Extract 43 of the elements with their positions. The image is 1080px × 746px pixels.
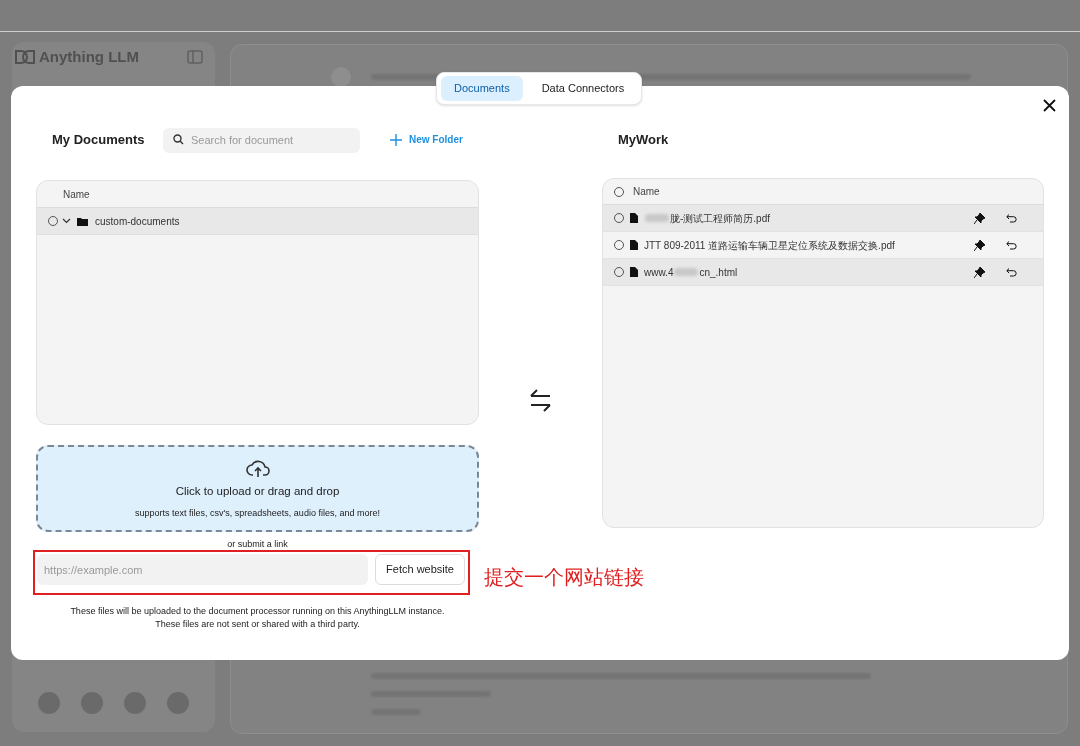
undo-icon[interactable]: [1006, 240, 1017, 250]
avatar-icon: [331, 67, 351, 87]
file-name: 胧-测试工程师简历.pdf: [670, 211, 770, 226]
fetch-website-button[interactable]: Fetch website: [375, 554, 465, 585]
column-header: Name: [633, 185, 660, 199]
notice-text: These files will be uploaded to the document processor running on this AnythingLLM instance.: [70, 606, 445, 617]
swap-arrows-icon[interactable]: [528, 388, 553, 413]
notice-text: These files are not sent or shared with a third party.: [155, 619, 360, 630]
undo-icon[interactable]: [1006, 213, 1017, 223]
logo-icon: [15, 50, 35, 65]
folder-name: custom-documents: [95, 214, 180, 229]
file-name: www.4: [644, 265, 674, 280]
sidebar-toggle-icon[interactable]: [187, 50, 203, 65]
workspace-title: MyWork: [618, 130, 669, 149]
file-name: cn_.html: [699, 265, 738, 280]
url-field[interactable]: https://example.com: [37, 554, 368, 585]
folder-icon: [77, 216, 88, 226]
upload-hint: supports text files, csv's, spreadsheets, audio files, and more!: [135, 507, 380, 521]
tab[interactable]: Documents: [441, 76, 523, 101]
chevron-icon[interactable]: [62, 218, 71, 224]
file-row[interactable]: 胧-测试工程师简历.pdf: [603, 205, 1043, 232]
cloud-upload-icon: [245, 459, 270, 479]
file-name: JTT 809-2011 道路运输车辆卫星定位系统及数据交换.pdf: [644, 238, 895, 253]
close-icon[interactable]: [1042, 98, 1057, 113]
link-label: or submit a link: [227, 539, 288, 550]
pin-icon[interactable]: [974, 239, 985, 251]
file-row[interactable]: www.4 cn_.html: [603, 259, 1043, 286]
new-folder-button[interactable]: New Folder: [390, 132, 463, 147]
folder-row[interactable]: custom-documents: [37, 208, 478, 235]
file-icon: [630, 267, 638, 277]
column-header: Name: [63, 187, 90, 202]
search-icon: [173, 134, 184, 145]
pin-icon[interactable]: [974, 212, 985, 224]
plus-icon: [390, 133, 402, 146]
annotation-text: 提交一个网站链接: [484, 565, 644, 589]
upload-title: Click to upload or drag and drop: [175, 484, 340, 499]
pin-icon[interactable]: [974, 266, 985, 278]
file-icon: [630, 240, 638, 250]
file-icon: [630, 213, 638, 223]
search-field[interactable]: Search for document: [163, 127, 360, 153]
upload-dropzone[interactable]: Click to upload or drag and drop supports text files, csv's, spreadsheets, audio files, and more!: [36, 445, 479, 532]
section-title: My Documents: [52, 130, 146, 149]
undo-icon[interactable]: [1006, 267, 1017, 277]
